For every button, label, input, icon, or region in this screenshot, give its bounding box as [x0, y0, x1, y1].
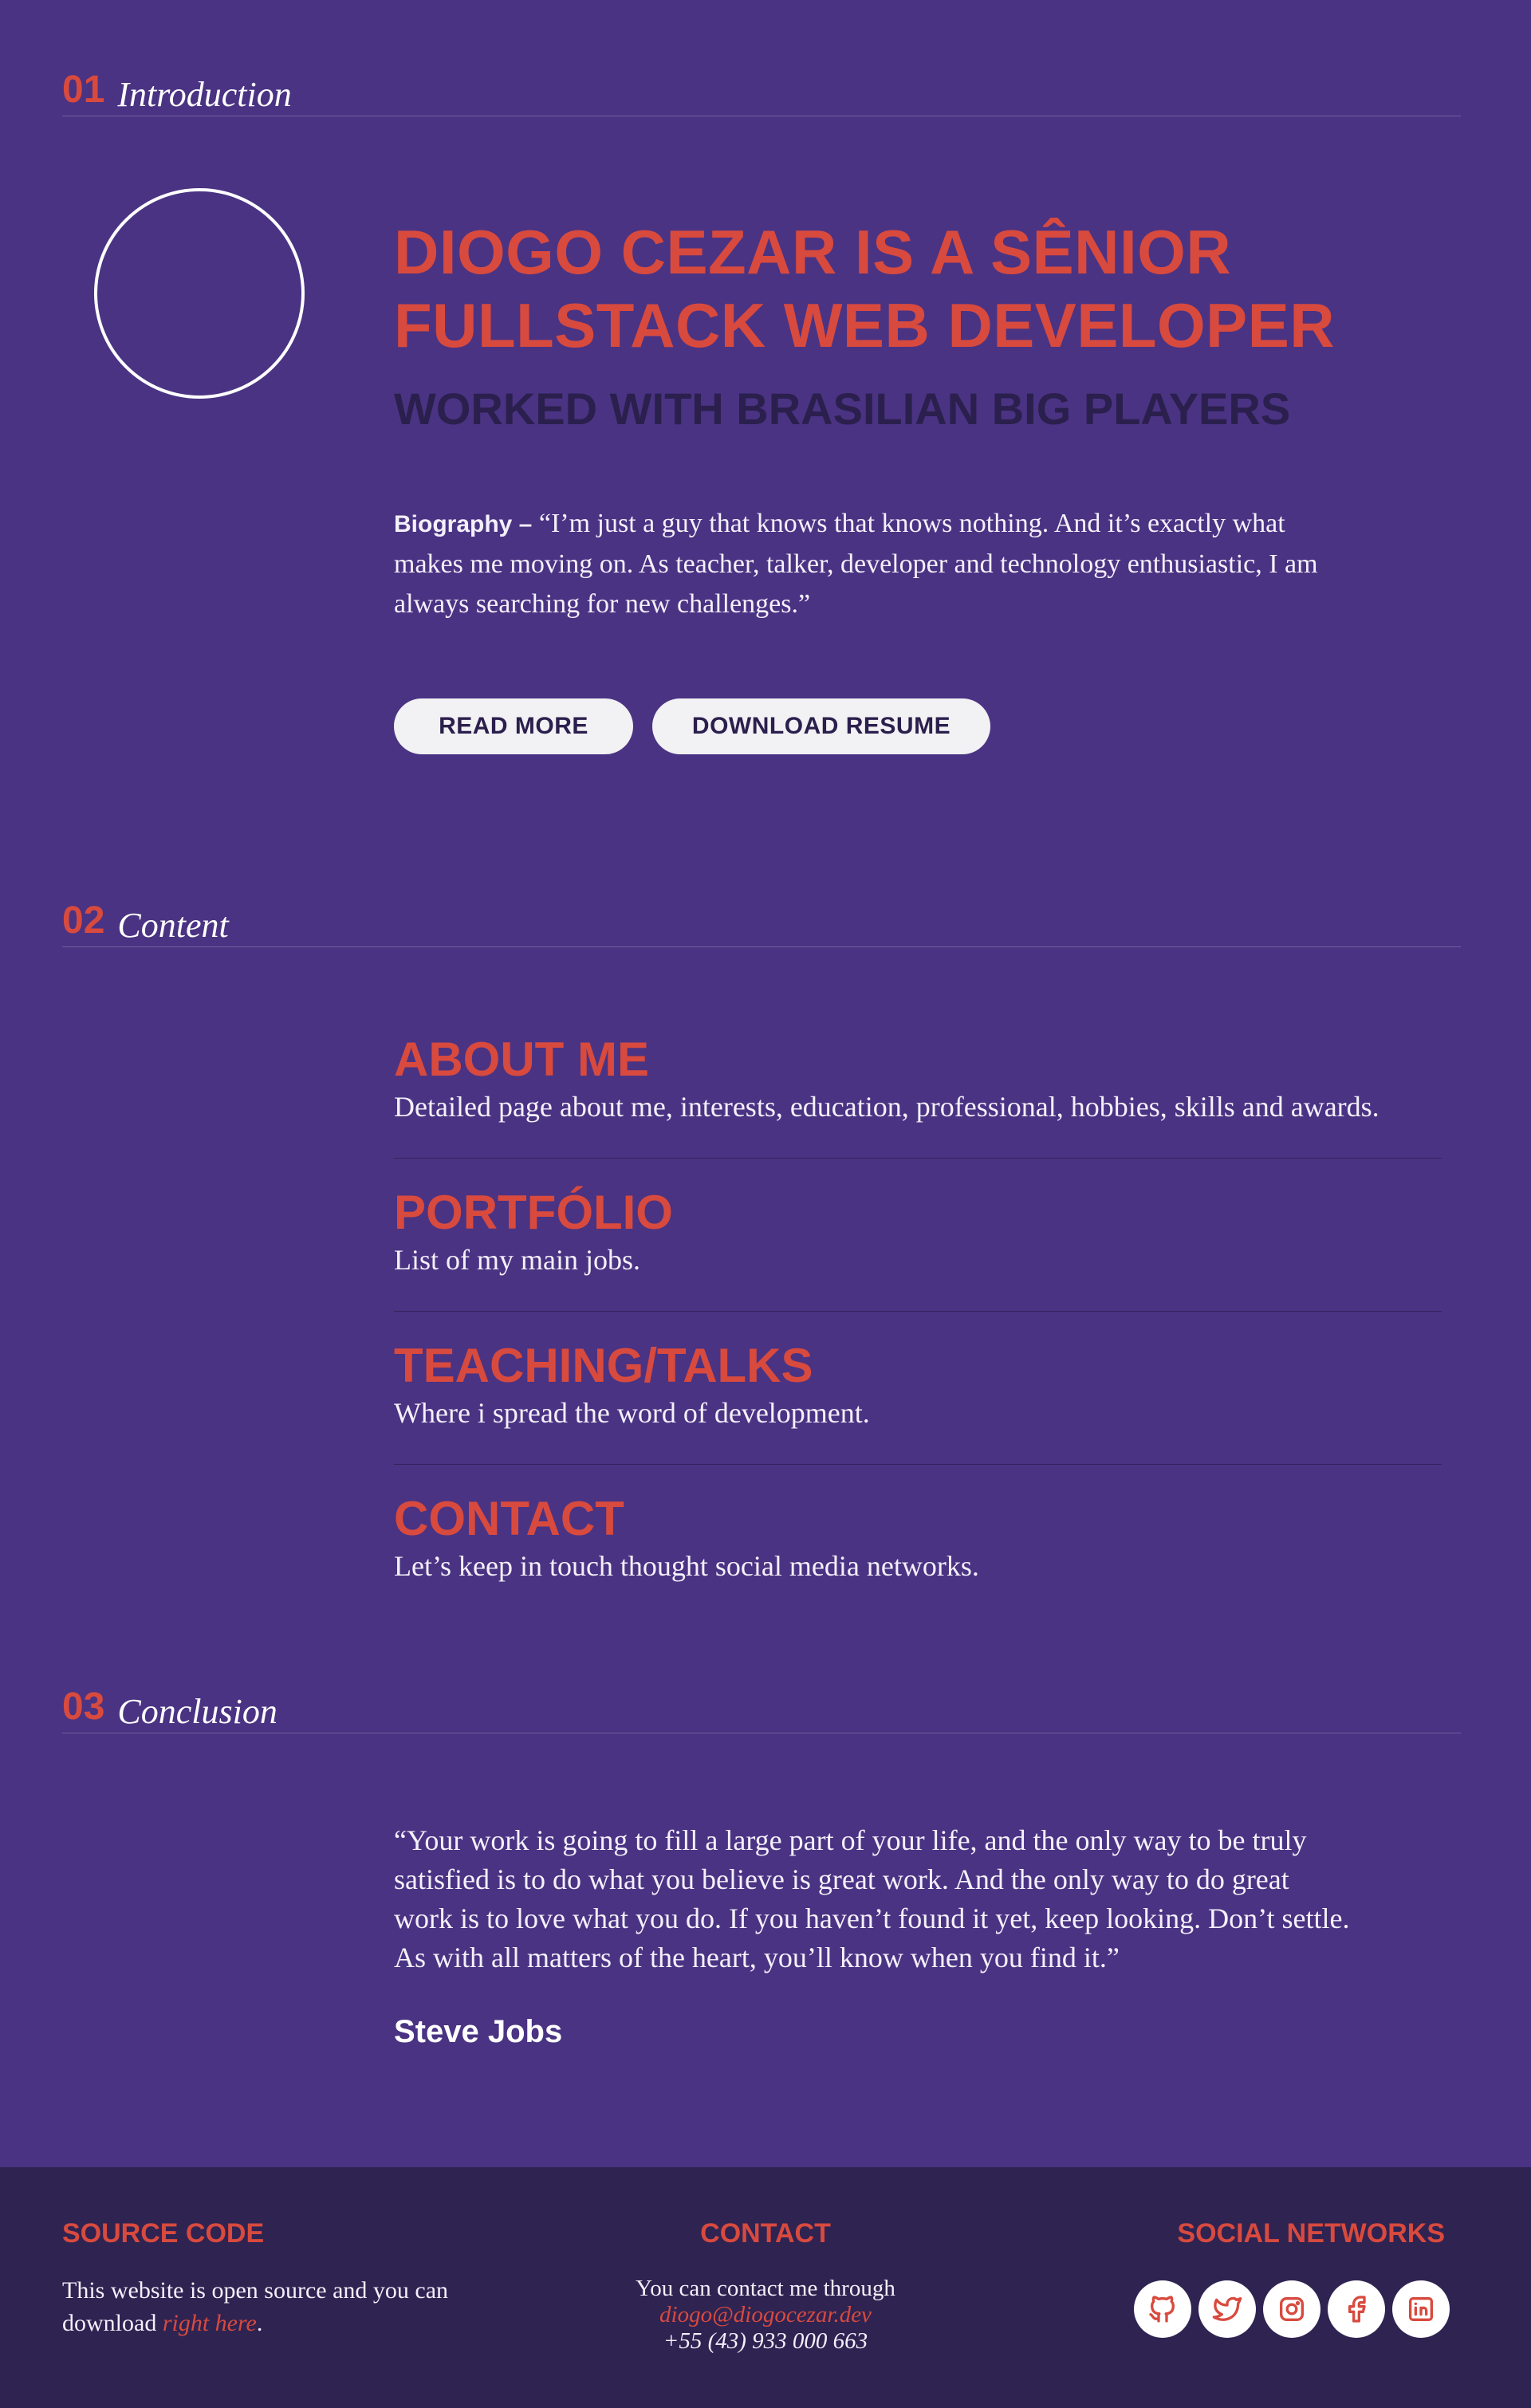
footer-contact-info: You can contact me through diogo@diogoce… — [526, 2276, 1005, 2355]
source-code-link[interactable]: right here — [163, 2310, 257, 2336]
content-item-portfolio[interactable]: PORTFÓLIO List of my main jobs. — [394, 1185, 1442, 1279]
download-resume-button[interactable]: DOWNLOAD RESUME — [652, 698, 990, 754]
section-title: Introduction — [117, 75, 292, 114]
facebook-icon — [1348, 2296, 1366, 2323]
contact-text: You can contact me through — [636, 2276, 895, 2301]
section-header-content: 02 Content — [62, 891, 1461, 947]
item-description: Let’s keep in touch thought social media… — [394, 1550, 979, 1582]
section-header-introduction: 01 Introduction — [62, 61, 1461, 116]
page-subtitle: WORKED WITH BRASILIAN BIG PLAYERS — [394, 384, 1291, 434]
section-header-conclusion: 03 Conclusion — [62, 1678, 1461, 1733]
biography-text: “I’m just a guy that knows that knows no… — [394, 509, 1318, 619]
linkedin-link[interactable] — [1392, 2280, 1450, 2338]
instagram-link[interactable] — [1263, 2280, 1320, 2338]
instagram-icon — [1280, 2297, 1304, 2321]
quote-text: “Your work is going to fill a large part… — [394, 1824, 1350, 1973]
biography-label: Biography – — [394, 511, 533, 537]
content-item-about-me[interactable]: ABOUT ME Detailed page about me, interes… — [394, 1032, 1442, 1126]
read-more-button[interactable]: READ MORE — [394, 698, 633, 754]
item-description: Where i spread the word of development. — [394, 1397, 870, 1429]
social-links — [1134, 2280, 1450, 2338]
item-description: List of my main jobs. — [394, 1244, 640, 1276]
section-title: Content — [117, 906, 229, 945]
divider — [394, 1311, 1442, 1312]
section-number: 03 — [62, 1686, 105, 1728]
section-number: 02 — [62, 899, 105, 942]
source-text-end: . — [256, 2310, 263, 2336]
page-title: DIOGO CEZAR IS A SÊNIOR FULLSTACK WEB DE… — [394, 217, 1336, 360]
item-title[interactable]: TEACHING/TALKS — [394, 1338, 1442, 1394]
footer-contact-title: CONTACT — [700, 2218, 831, 2249]
avatar — [94, 188, 305, 399]
twitter-link[interactable] — [1198, 2280, 1256, 2338]
github-icon — [1149, 2296, 1175, 2323]
linkedin-icon — [1409, 2297, 1433, 2321]
divider — [394, 1158, 1442, 1159]
github-link[interactable] — [1134, 2280, 1191, 2338]
section-number: 01 — [62, 69, 105, 111]
content-item-teaching-talks[interactable]: TEACHING/TALKS Where i spread the word o… — [394, 1338, 1442, 1432]
twitter-icon — [1212, 2296, 1242, 2321]
divider — [394, 1464, 1442, 1465]
item-title[interactable]: CONTACT — [394, 1491, 1442, 1547]
contact-email-link[interactable]: diogo@diogocezar.dev — [526, 2302, 1005, 2328]
quote-author: Steve Jobs — [394, 2014, 563, 2049]
footer-social-title: SOCIAL NETWORKS — [1177, 2218, 1445, 2249]
footer-source-title: SOURCE CODE — [62, 2218, 265, 2249]
footer-source-text: This website is open source and you can … — [62, 2274, 477, 2339]
item-title[interactable]: PORTFÓLIO — [394, 1185, 1442, 1241]
section-title: Conclusion — [117, 1692, 277, 1731]
contact-phone: +55 (43) 933 000 663 — [663, 2328, 868, 2354]
content-item-contact[interactable]: CONTACT Let’s keep in touch thought soci… — [394, 1491, 1442, 1585]
biography: Biography – “I’m just a guy that knows t… — [394, 504, 1351, 624]
facebook-link[interactable] — [1328, 2280, 1385, 2338]
item-description: Detailed page about me, interests, educa… — [394, 1091, 1379, 1123]
item-title[interactable]: ABOUT ME — [394, 1032, 1442, 1088]
